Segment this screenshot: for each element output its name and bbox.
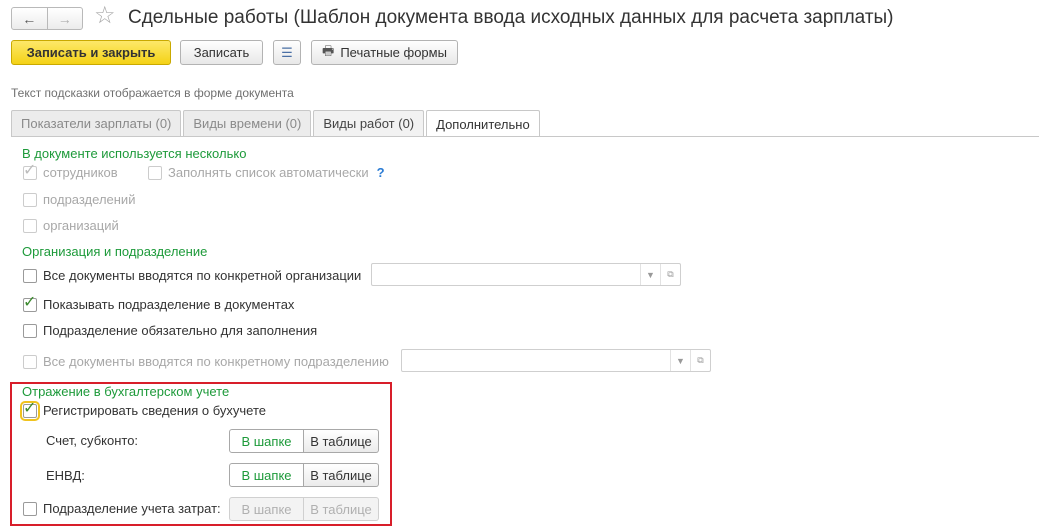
- department-required-checkbox[interactable]: [23, 323, 37, 338]
- check-icon: ✓: [23, 161, 37, 179]
- cost-department-placement-toggle: В шапке В таблице: [229, 497, 379, 521]
- organizations-checkbox[interactable]: [23, 218, 37, 233]
- cost-department-checkbox-row[interactable]: Подразделение учета затрат:: [23, 501, 221, 516]
- favorite-star-icon[interactable]: ☆: [94, 4, 116, 28]
- tab-time-types[interactable]: Виды времени (0): [183, 110, 312, 136]
- autofill-label: Заполнять список автоматически: [168, 165, 369, 180]
- envd-in-header-button[interactable]: В шапке: [229, 463, 304, 487]
- print-forms-label: Печатные формы: [340, 45, 447, 60]
- save-and-close-button[interactable]: Записать и закрыть: [11, 40, 171, 65]
- help-icon[interactable]: ?: [377, 165, 385, 180]
- dropdown-icon[interactable]: ▼: [670, 350, 690, 371]
- all-by-org-label: Все документы вводятся по конкретной орг…: [43, 268, 362, 283]
- register-accounting-checkbox[interactable]: ✓: [20, 400, 40, 421]
- cost-department-label: Подразделение учета затрат:: [43, 501, 221, 516]
- tab-divider: [11, 136, 1039, 137]
- page-title: Сдельные работы (Шаблон документа ввода …: [128, 7, 894, 28]
- employees-checkbox[interactable]: ✓: [23, 162, 37, 180]
- open-icon[interactable]: ⧉: [690, 350, 710, 371]
- list-icon: ☰: [281, 44, 293, 60]
- dropdown-icon[interactable]: ▼: [640, 264, 660, 285]
- navigation-group: ← →: [11, 7, 83, 30]
- section-title-accounting: Отражение в бухгалтерском учете: [22, 384, 230, 399]
- section-title-multiple: В документе используется несколько: [22, 146, 247, 161]
- arrow-right-icon: →: [57, 10, 72, 27]
- account-in-table-button[interactable]: В таблице: [304, 429, 379, 453]
- register-accounting-checkbox-row[interactable]: ✓ Регистрировать сведения о бухучете: [20, 400, 267, 421]
- cost-in-table-button[interactable]: В таблице: [304, 497, 379, 521]
- organization-field[interactable]: ▼ ⧉: [371, 263, 681, 286]
- department-field[interactable]: ▼ ⧉: [401, 349, 711, 372]
- cost-in-header-button[interactable]: В шапке: [229, 497, 304, 521]
- autofill-checkbox-row[interactable]: Заполнять список автоматически ?: [148, 165, 385, 180]
- department-required-checkbox-row[interactable]: Подразделение обязательно для заполнения: [23, 323, 317, 338]
- tab-additional[interactable]: Дополнительно: [426, 110, 540, 137]
- organizations-label: организаций: [43, 218, 119, 233]
- tab-work-types[interactable]: Виды работ (0): [313, 110, 425, 136]
- printer-icon: 🖶: [322, 42, 335, 58]
- all-by-department-label: Все документы вводятся по конкретному по…: [43, 354, 389, 369]
- departments-checkbox-row[interactable]: подразделений: [23, 192, 135, 207]
- account-in-header-button[interactable]: В шапке: [229, 429, 304, 453]
- back-button[interactable]: ←: [12, 8, 47, 29]
- departments-label: подразделений: [43, 192, 136, 207]
- check-icon: ✓: [23, 293, 37, 311]
- organizations-checkbox-row[interactable]: организаций: [23, 218, 119, 233]
- department-required-label: Подразделение обязательно для заполнения: [43, 323, 318, 338]
- employees-checkbox-row[interactable]: ✓ сотрудников: [23, 162, 118, 180]
- employees-label: сотрудников: [43, 165, 118, 180]
- tab-salary-indicators[interactable]: Показатели зарплаты (0): [11, 110, 182, 136]
- print-forms-button[interactable]: 🖶 Печатные формы: [311, 40, 458, 65]
- save-button[interactable]: Записать: [180, 40, 263, 65]
- section-title-org: Организация и подразделение: [22, 244, 208, 259]
- account-subconto-label: Счет, субконто:: [46, 433, 139, 448]
- show-department-checkbox[interactable]: ✓: [23, 294, 37, 312]
- show-department-label: Показывать подразделение в документах: [43, 297, 295, 312]
- check-icon: ✓: [23, 399, 37, 417]
- all-by-department-checkbox[interactable]: [23, 354, 37, 369]
- envd-placement-toggle: В шапке В таблице: [229, 463, 379, 487]
- departments-checkbox[interactable]: [23, 192, 37, 207]
- open-icon[interactable]: ⧉: [660, 264, 680, 285]
- list-button[interactable]: ☰: [273, 40, 301, 65]
- cost-department-checkbox[interactable]: [23, 501, 37, 516]
- arrow-left-icon: ←: [22, 10, 37, 27]
- forward-button[interactable]: →: [46, 8, 83, 29]
- autofill-checkbox[interactable]: [148, 165, 162, 180]
- all-by-department-checkbox-row[interactable]: Все документы вводятся по конкретному по…: [23, 354, 389, 369]
- tab-bar: Показатели зарплаты (0) Виды времени (0)…: [11, 110, 542, 137]
- envd-label: ЕНВД:: [46, 468, 85, 483]
- show-department-checkbox-row[interactable]: ✓ Показывать подразделение в документах: [23, 294, 295, 312]
- envd-in-table-button[interactable]: В таблице: [304, 463, 379, 487]
- all-by-org-checkbox[interactable]: [23, 268, 37, 283]
- all-by-org-checkbox-row[interactable]: Все документы вводятся по конкретной орг…: [23, 268, 361, 283]
- register-accounting-label: Регистрировать сведения о бухучете: [43, 403, 267, 418]
- hint-text: Текст подсказки отображается в форме док…: [11, 86, 294, 100]
- account-placement-toggle: В шапке В таблице: [229, 429, 379, 453]
